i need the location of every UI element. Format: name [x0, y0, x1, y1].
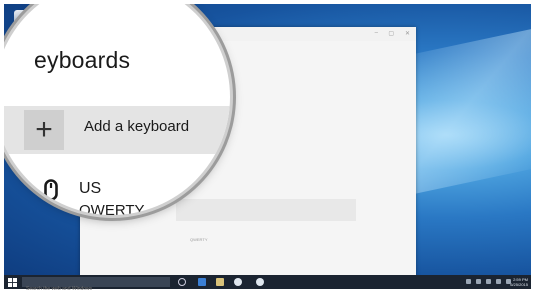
network-icon[interactable] [476, 279, 481, 284]
qwerty-label-small: QWERTY [190, 237, 208, 242]
add-keyboard-button[interactable]: + [24, 110, 64, 150]
keyboard-list-item-small[interactable] [176, 199, 356, 221]
minimize-button[interactable]: – [375, 30, 378, 36]
close-button[interactable]: ✕ [405, 30, 410, 37]
clock[interactable]: 2:59 PM 6/25/2015 [510, 277, 528, 287]
keyboard-name[interactable]: US [79, 180, 101, 198]
chevron-up-icon[interactable] [466, 279, 471, 284]
taskbar: 2:59 PM 6/25/2015 [4, 275, 531, 294]
task-view-icon[interactable] [178, 278, 186, 286]
edge-icon[interactable] [198, 278, 206, 286]
keyboard-layout: QWERTY [79, 202, 145, 215]
add-keyboard-label[interactable]: Add a keyboard [84, 118, 189, 135]
system-tray [466, 279, 511, 284]
file-explorer-icon[interactable] [216, 278, 224, 286]
plus-icon: + [35, 113, 53, 146]
taskbar-search-box[interactable] [22, 277, 170, 294]
windows-start-icon[interactable] [8, 278, 17, 287]
notification-icon[interactable] [496, 279, 501, 284]
volume-icon[interactable] [486, 279, 491, 284]
desktop-screen: Recycle Bin Slack – ▢ ✕ language QWERTY … [4, 4, 531, 289]
keyboard-icon [44, 179, 58, 201]
maximize-button[interactable]: ▢ [388, 30, 394, 37]
gear-icon[interactable] [256, 278, 264, 286]
clock-date: 6/25/2015 [510, 282, 528, 287]
page-title: eyboards [34, 47, 131, 73]
settings-icon[interactable] [234, 278, 242, 286]
